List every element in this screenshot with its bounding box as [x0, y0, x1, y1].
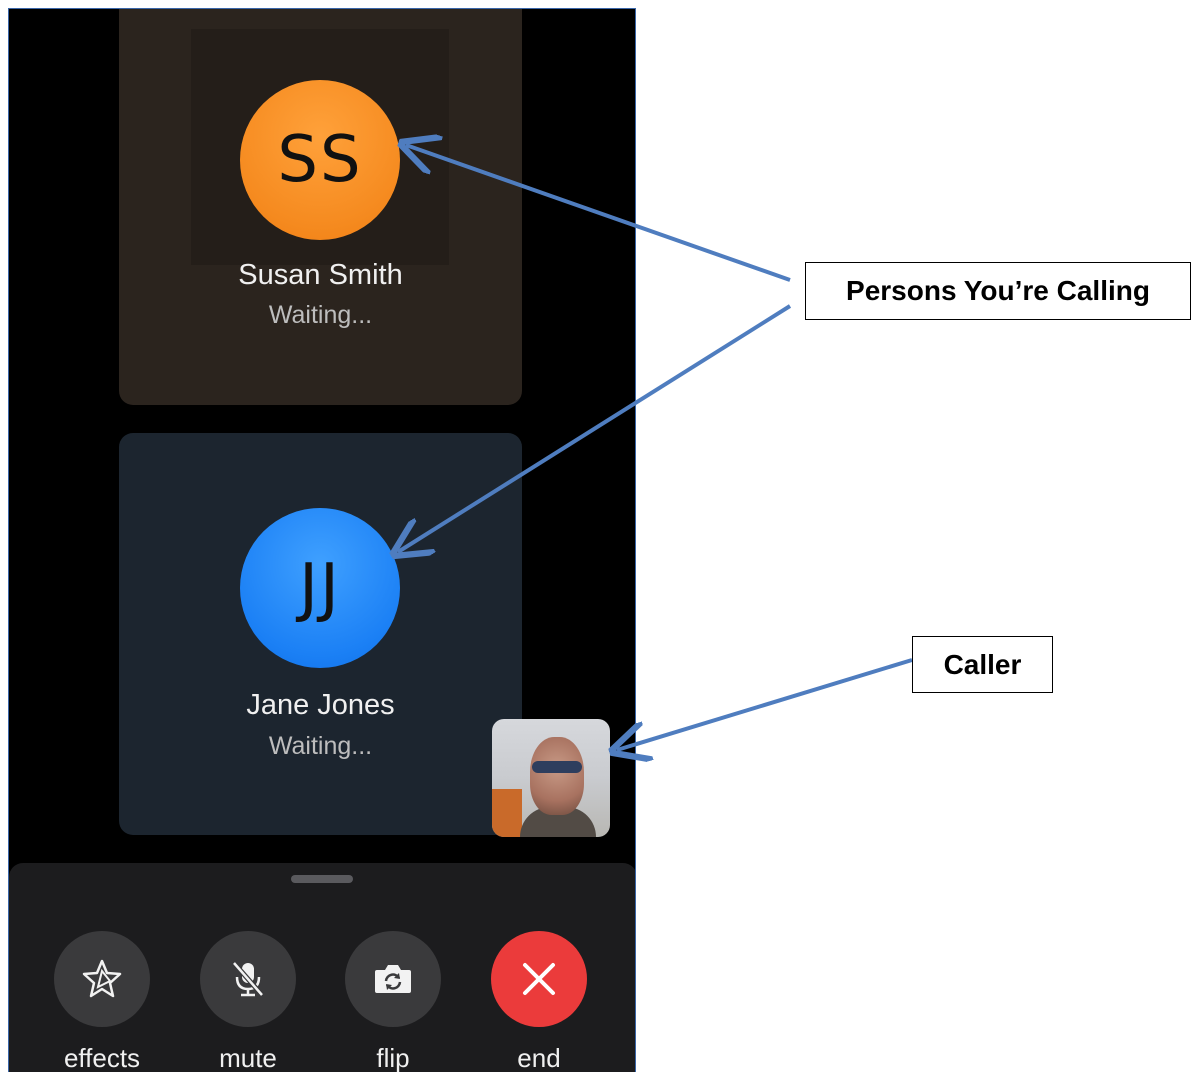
persons-calling-callout: Persons You’re Calling: [805, 262, 1191, 320]
arrow-to-jane: [398, 304, 792, 552]
arrow-to-caller: [617, 658, 913, 750]
caller-callout: Caller: [912, 636, 1053, 693]
arrow-to-susan: [406, 145, 791, 282]
annotation-arrows: [0, 0, 913, 1072]
